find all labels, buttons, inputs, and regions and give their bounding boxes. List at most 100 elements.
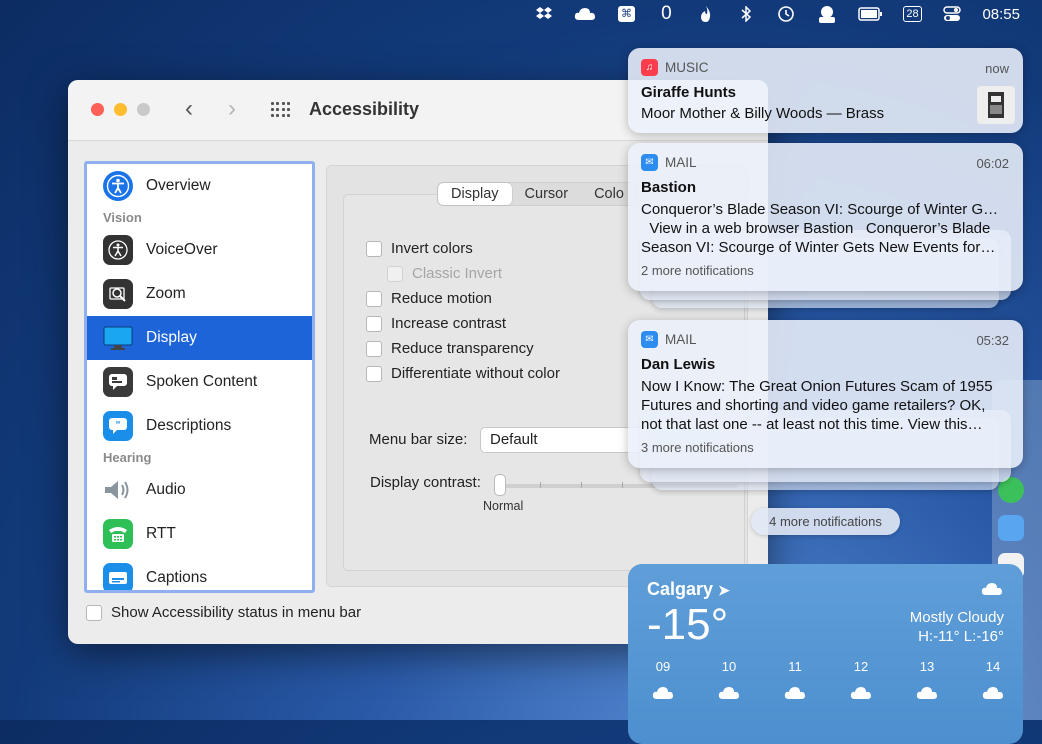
notification-body-line: View in a web browser Bastion Conqueror’… bbox=[641, 220, 991, 237]
notification-title: Bastion bbox=[641, 179, 697, 196]
cloud-icon bbox=[714, 686, 744, 703]
cloud-icon bbox=[780, 686, 810, 703]
weather-high-low: H:-11° L:-16° bbox=[918, 628, 1004, 645]
sidebar-item-rtt[interactable]: RTT bbox=[87, 512, 312, 556]
back-button[interactable]: ‹ bbox=[185, 96, 193, 122]
notification-mail-bastion[interactable]: ✉ MAIL 06:02 Bastion Conqueror’s Blade S… bbox=[628, 143, 1023, 291]
menubar-clock[interactable]: 08:55 bbox=[982, 3, 1020, 25]
display-contrast-slider[interactable] bbox=[494, 474, 506, 496]
dropbox-icon[interactable] bbox=[534, 3, 554, 25]
close-button[interactable] bbox=[91, 103, 104, 116]
sidebar-item-display[interactable]: Display bbox=[87, 316, 312, 360]
weather-temperature: -15° bbox=[647, 600, 729, 649]
weather-hour: 09 bbox=[648, 659, 678, 703]
slider-tick bbox=[581, 482, 582, 488]
app-icon[interactable] bbox=[816, 3, 838, 25]
increase-contrast-label: Increase contrast bbox=[391, 315, 507, 332]
descriptions-icon: " bbox=[103, 411, 133, 441]
tab-bar: Display Cursor Colo bbox=[437, 182, 638, 206]
weather-hour-label: 12 bbox=[853, 659, 869, 674]
classic-invert-row: Classic Invert bbox=[387, 265, 502, 282]
sidebar-item-captions[interactable]: Captions bbox=[87, 556, 312, 590]
zoom-button[interactable] bbox=[137, 103, 150, 116]
increase-contrast-row[interactable]: Increase contrast bbox=[366, 315, 506, 332]
reduce-transparency-checkbox[interactable] bbox=[366, 340, 382, 357]
notification-title: Dan Lewis bbox=[641, 356, 716, 373]
accessibility-icon bbox=[103, 171, 133, 201]
flame-icon[interactable] bbox=[696, 3, 716, 25]
weather-city: Calgary ➤ bbox=[647, 579, 730, 600]
invert-colors-row[interactable]: Invert colors bbox=[366, 240, 473, 257]
sidebar-item-label: Display bbox=[146, 329, 197, 346]
sidebar-item-label: Captions bbox=[146, 569, 208, 586]
show-all-grid-icon[interactable] bbox=[271, 102, 291, 118]
sidebar[interactable]: Overview Vision VoiceOver Zoom Display S bbox=[84, 161, 315, 593]
notification-time: 05:32 bbox=[976, 333, 1009, 348]
sidebar-item-label: Descriptions bbox=[146, 417, 232, 434]
notification-more-count: 3 more notifications bbox=[641, 440, 754, 455]
weather-city-name: Calgary bbox=[647, 579, 714, 599]
differentiate-label: Differentiate without color bbox=[391, 365, 560, 382]
cloud-icon bbox=[981, 582, 1003, 601]
sidebar-item-spoken-content[interactable]: Spoken Content bbox=[87, 360, 312, 404]
minimize-button[interactable] bbox=[114, 103, 127, 116]
display-contrast-caption: Normal bbox=[483, 499, 524, 513]
captions-icon bbox=[103, 563, 133, 590]
command-icon[interactable]: ⌘ bbox=[616, 3, 636, 25]
invert-colors-label: Invert colors bbox=[391, 240, 473, 257]
status-in-menu-bar-checkbox[interactable] bbox=[86, 604, 102, 621]
classic-invert-checkbox bbox=[387, 265, 403, 282]
status-in-menu-bar-row[interactable]: Show Accessibility status in menu bar bbox=[86, 604, 361, 621]
tab-cursor[interactable]: Cursor bbox=[512, 183, 582, 205]
reduce-motion-row[interactable]: Reduce motion bbox=[366, 290, 492, 307]
control-center-icon[interactable] bbox=[942, 3, 962, 25]
notification-body-line: Now I Know: The Great Onion Futures Scam… bbox=[641, 378, 993, 395]
increase-contrast-checkbox[interactable] bbox=[366, 315, 382, 332]
display-icon bbox=[103, 323, 133, 353]
sidebar-item-descriptions[interactable]: " Descriptions bbox=[87, 404, 312, 448]
weather-condition: Mostly Cloudy bbox=[909, 609, 1004, 626]
zero-icon[interactable]: 0 bbox=[656, 3, 676, 25]
forward-button[interactable]: › bbox=[228, 96, 236, 122]
notification-body: Moor Mother & Billy Woods — Brass bbox=[641, 105, 885, 122]
weather-hour-label: 14 bbox=[985, 659, 1001, 674]
svg-text:": " bbox=[115, 420, 120, 431]
reduce-motion-checkbox[interactable] bbox=[366, 290, 382, 307]
reduce-transparency-label: Reduce transparency bbox=[391, 340, 534, 357]
notification-app: ✉ MAIL bbox=[641, 331, 697, 348]
mail-dock-icon[interactable] bbox=[998, 515, 1024, 541]
sidebar-item-label: Audio bbox=[146, 481, 186, 498]
differentiate-checkbox[interactable] bbox=[366, 365, 382, 382]
zoom-icon bbox=[103, 279, 133, 309]
bluetooth-icon[interactable] bbox=[736, 3, 756, 25]
weather-widget[interactable]: Calgary ➤ -15° Mostly Cloudy H:-11° L:-1… bbox=[628, 564, 1023, 744]
voiceover-icon bbox=[103, 235, 133, 265]
weather-hour: 11 bbox=[780, 659, 810, 703]
differentiate-row[interactable]: Differentiate without color bbox=[366, 365, 560, 382]
calendar-icon[interactable]: 28 bbox=[902, 3, 922, 25]
notification-mail-dan-lewis[interactable]: ✉ MAIL 05:32 Dan Lewis Now I Know: The G… bbox=[628, 320, 1023, 468]
notification-music[interactable]: ♫ MUSIC now Giraffe Hunts Moor Mother & … bbox=[628, 48, 1023, 133]
sidebar-item-voiceover[interactable]: VoiceOver bbox=[87, 228, 312, 272]
notification-body-line: Season VI: Scourge of Winter Gets New Ev… bbox=[641, 239, 996, 256]
cloud-icon bbox=[846, 686, 876, 703]
more-notifications-button[interactable]: 4 more notifications bbox=[751, 508, 900, 535]
menu-bar-size-label: Menu bar size: bbox=[369, 431, 468, 448]
time-machine-icon[interactable] bbox=[776, 3, 796, 25]
sidebar-item-zoom[interactable]: Zoom bbox=[87, 272, 312, 316]
sidebar-item-overview[interactable]: Overview bbox=[87, 164, 312, 208]
weather-hour-label: 10 bbox=[721, 659, 737, 674]
icloud-icon[interactable] bbox=[574, 3, 596, 25]
weather-hour: 12 bbox=[846, 659, 876, 703]
album-art-thumbnail bbox=[977, 86, 1015, 124]
display-contrast-label: Display contrast: bbox=[370, 474, 481, 491]
weather-hour: 13 bbox=[912, 659, 942, 703]
reduce-transparency-row[interactable]: Reduce transparency bbox=[366, 340, 534, 357]
rtt-icon bbox=[103, 519, 133, 549]
invert-colors-checkbox[interactable] bbox=[366, 240, 382, 257]
sidebar-item-label: Overview bbox=[146, 177, 211, 194]
sidebar-item-audio[interactable]: Audio bbox=[87, 468, 312, 512]
battery-icon[interactable] bbox=[858, 3, 883, 25]
tab-display[interactable]: Display bbox=[438, 183, 512, 205]
notification-more-count: 2 more notifications bbox=[641, 263, 754, 278]
